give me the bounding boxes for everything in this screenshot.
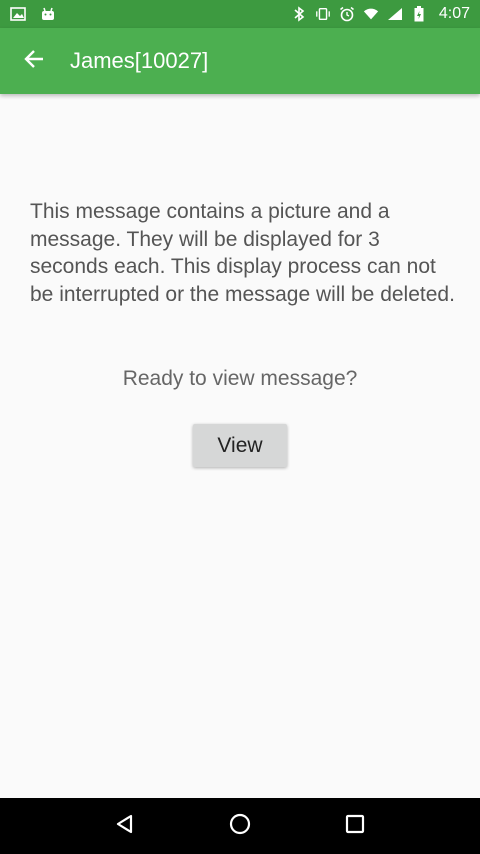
home-circle-icon: [228, 812, 252, 841]
recents-square-icon: [344, 813, 366, 840]
navigation-bar: [0, 798, 480, 854]
app-bar: James[10027]: [0, 28, 480, 94]
message-description: This message contains a picture and a me…: [30, 200, 455, 306]
status-right-icons: 4:07: [291, 5, 470, 23]
status-bar: 4:07: [0, 0, 480, 28]
vibrate-icon: [315, 6, 331, 22]
alarm-icon: [339, 6, 355, 22]
nav-back-button[interactable]: [105, 806, 145, 846]
status-time: 4:07: [438, 5, 470, 22]
nav-recents-button[interactable]: [335, 806, 375, 846]
status-left-icons: [10, 6, 56, 22]
bluetooth-icon: [291, 6, 307, 22]
signal-icon: [387, 6, 403, 22]
back-button[interactable]: [6, 28, 62, 94]
ready-prompt: Ready to view message?: [122, 367, 358, 390]
android-icon: [40, 6, 56, 22]
arrow-back-icon: [23, 48, 45, 75]
nav-home-button[interactable]: [220, 806, 260, 846]
wifi-icon: [363, 6, 379, 22]
image-icon: [10, 6, 26, 22]
message-content: This message contains a picture and a me…: [0, 94, 480, 798]
battery-icon: [411, 6, 427, 22]
back-triangle-icon: [114, 813, 136, 840]
view-button[interactable]: View: [193, 424, 287, 467]
page-title: James[10027]: [70, 48, 209, 73]
